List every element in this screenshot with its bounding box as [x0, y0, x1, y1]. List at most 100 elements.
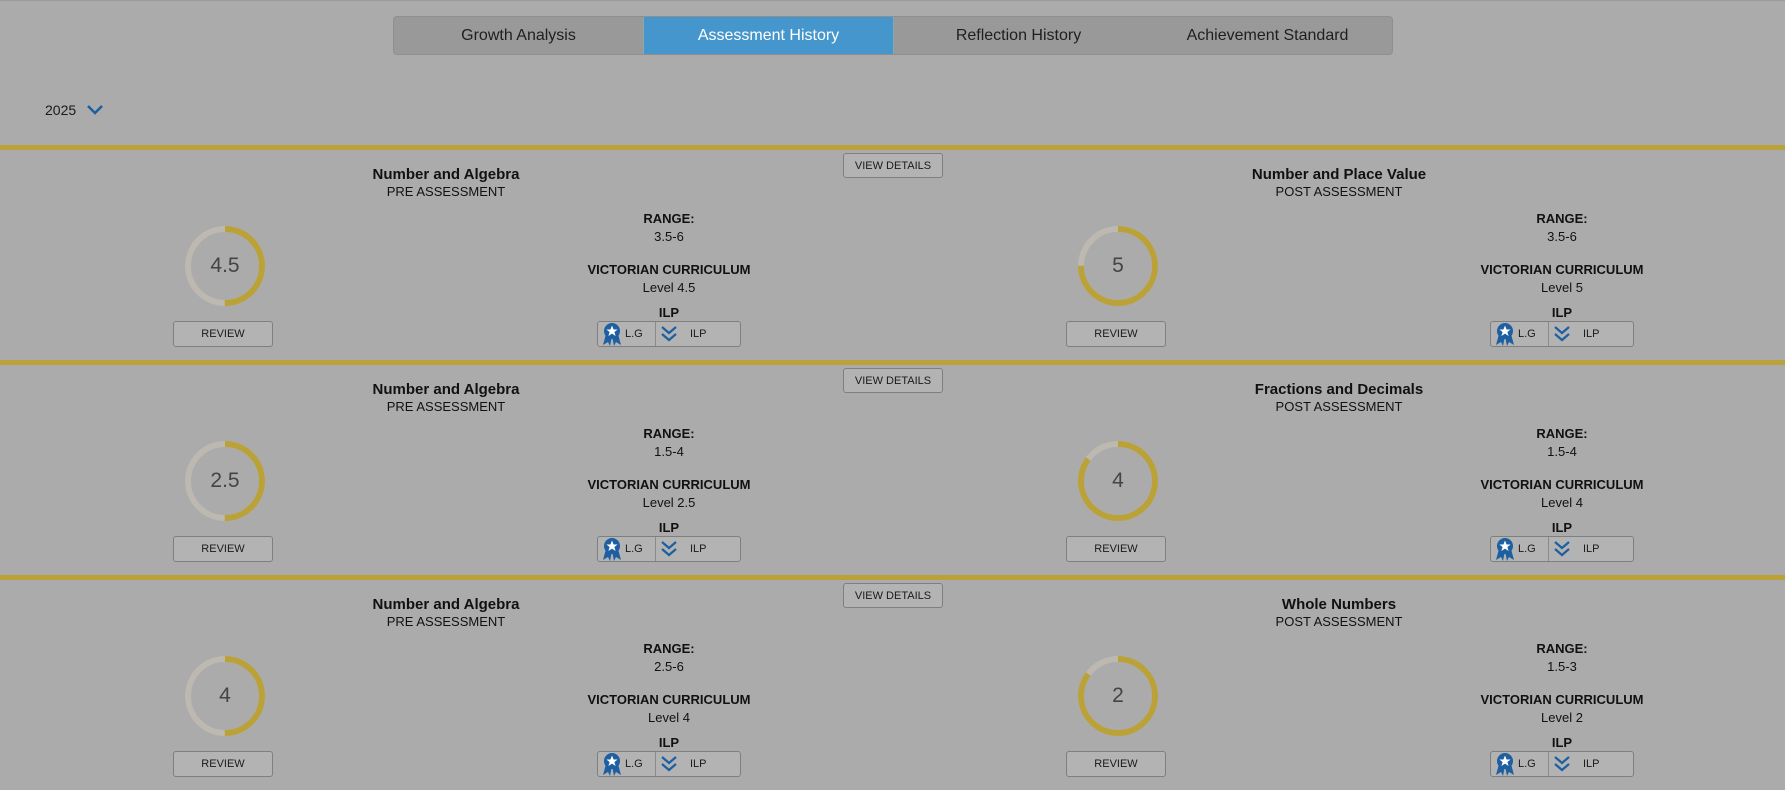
tab-reflection-history[interactable]: Reflection History: [894, 17, 1143, 54]
score-gauge: 4: [1076, 439, 1160, 523]
range-label: RANGE:: [643, 426, 695, 441]
award-ribbon-icon: [1496, 538, 1514, 561]
award-ribbon-icon: [603, 538, 621, 561]
assessment-title: Number and Algebra: [372, 166, 520, 183]
learning-goal-button[interactable]: L.G: [598, 537, 656, 561]
ilp-button[interactable]: ILP: [1549, 752, 1633, 776]
ilp-button[interactable]: ILP: [1549, 322, 1633, 346]
curriculum-label: VICTORIAN CURRICULUM: [587, 477, 751, 492]
ilp-button-label: ILP: [690, 543, 707, 555]
score-value: 5: [1112, 254, 1124, 277]
score-value: 2.5: [210, 469, 240, 492]
range-label: RANGE:: [643, 211, 695, 226]
assessment-row: VIEW DETAILS Number and Algebra PRE ASSE…: [0, 575, 1785, 790]
year-value: 2025: [45, 102, 77, 118]
assessment-title: Number and Algebra: [372, 596, 520, 613]
ilp-button-label: ILP: [1583, 328, 1600, 340]
assessment-title: Whole Numbers: [1281, 596, 1397, 613]
tab-growth-analysis[interactable]: Growth Analysis: [394, 17, 643, 54]
assessment-card: Number and Algebra PRE ASSESSMENT 4 REVI…: [0, 575, 892, 790]
ilp-label: ILP: [1551, 735, 1573, 750]
ilp-button[interactable]: ILP: [1549, 537, 1633, 561]
assessment-row: VIEW DETAILS Number and Algebra PRE ASSE…: [0, 145, 1785, 360]
learning-goal-button[interactable]: L.G: [1491, 537, 1549, 561]
ilp-controls: L.G ILP: [597, 751, 741, 777]
ilp-label: ILP: [658, 735, 680, 750]
ilp-controls: L.G ILP: [1490, 321, 1634, 347]
assessment-card: Number and Algebra PRE ASSESSMENT 2.5 RE…: [0, 360, 892, 575]
tab-bar: Growth Analysis Assessment History Refle…: [393, 16, 1393, 55]
ilp-controls: L.G ILP: [597, 321, 741, 347]
score-gauge: 4: [183, 654, 267, 738]
score-value: 4: [219, 684, 231, 707]
assessment-title: Number and Algebra: [372, 381, 520, 398]
learning-goal-button[interactable]: L.G: [598, 322, 656, 346]
review-button[interactable]: REVIEW: [173, 751, 273, 777]
ilp-button-label: ILP: [690, 758, 707, 770]
range-label: RANGE:: [1536, 211, 1588, 226]
curriculum-label: VICTORIAN CURRICULUM: [1480, 262, 1644, 277]
learning-goal-button[interactable]: L.G: [598, 752, 656, 776]
learning-goal-button[interactable]: L.G: [1491, 752, 1549, 776]
double-chevron-down-icon: [661, 326, 677, 342]
ilp-label: ILP: [1551, 520, 1573, 535]
ilp-button[interactable]: ILP: [656, 752, 740, 776]
assessment-type: POST ASSESSMENT: [1275, 399, 1403, 414]
curriculum-level: Level 4: [1541, 495, 1583, 510]
assessment-card: Number and Algebra PRE ASSESSMENT 4.5 RE…: [0, 145, 892, 360]
lg-label: L.G: [1518, 758, 1536, 770]
range-value: 3.5-6: [1547, 229, 1577, 244]
lg-label: L.G: [625, 543, 643, 555]
range-label: RANGE:: [1536, 641, 1588, 656]
lg-label: L.G: [1518, 328, 1536, 340]
review-button[interactable]: REVIEW: [1066, 751, 1166, 777]
curriculum-label: VICTORIAN CURRICULUM: [1480, 692, 1644, 707]
curriculum-level: Level 4: [648, 710, 690, 725]
lg-label: L.G: [1518, 543, 1536, 555]
curriculum-level: Level 4.5: [642, 280, 696, 295]
assessment-title: Number and Place Value: [1251, 166, 1427, 183]
review-button[interactable]: REVIEW: [173, 536, 273, 562]
ilp-button[interactable]: ILP: [656, 537, 740, 561]
tab-assessment-history[interactable]: Assessment History: [643, 17, 894, 54]
range-value: 1.5-4: [1547, 444, 1577, 459]
review-button[interactable]: REVIEW: [1066, 536, 1166, 562]
curriculum-level: Level 2: [1541, 710, 1583, 725]
assessment-card: Number and Place Value POST ASSESSMENT 5…: [893, 145, 1785, 360]
chevron-down-icon: [87, 105, 104, 115]
ilp-controls: L.G ILP: [597, 536, 741, 562]
award-ribbon-icon: [1496, 753, 1514, 776]
review-button[interactable]: REVIEW: [1066, 321, 1166, 347]
review-button[interactable]: REVIEW: [173, 321, 273, 347]
score-value: 4: [1112, 469, 1124, 492]
score-gauge: 2: [1076, 654, 1160, 738]
double-chevron-down-icon: [1554, 756, 1570, 772]
range-value: 1.5-4: [654, 444, 684, 459]
ilp-button-label: ILP: [1583, 758, 1600, 770]
top-border: [0, 0, 1785, 1]
learning-goal-button[interactable]: L.G: [1491, 322, 1549, 346]
double-chevron-down-icon: [1554, 541, 1570, 557]
ilp-button[interactable]: ILP: [656, 322, 740, 346]
double-chevron-down-icon: [661, 541, 677, 557]
ilp-controls: L.G ILP: [1490, 751, 1634, 777]
curriculum-level: Level 2.5: [642, 495, 696, 510]
tab-achievement-standard[interactable]: Achievement Standard: [1143, 17, 1392, 54]
score-value: 2: [1112, 684, 1124, 707]
assessment-type: PRE ASSESSMENT: [386, 399, 506, 414]
range-value: 1.5-3: [1547, 659, 1577, 674]
assessment-type: POST ASSESSMENT: [1275, 184, 1403, 199]
assessment-row: VIEW DETAILS Number and Algebra PRE ASSE…: [0, 360, 1785, 575]
year-dropdown[interactable]: 2025: [45, 102, 104, 118]
assessment-card: Whole Numbers POST ASSESSMENT 2 REVIEW R…: [893, 575, 1785, 790]
assessment-type: POST ASSESSMENT: [1275, 614, 1403, 629]
ilp-button-label: ILP: [1583, 543, 1600, 555]
ilp-label: ILP: [1551, 305, 1573, 320]
curriculum-label: VICTORIAN CURRICULUM: [587, 262, 751, 277]
lg-label: L.G: [625, 758, 643, 770]
ilp-label: ILP: [658, 520, 680, 535]
curriculum-label: VICTORIAN CURRICULUM: [1480, 477, 1644, 492]
assessment-type: PRE ASSESSMENT: [386, 614, 506, 629]
score-gauge: 4.5: [183, 224, 267, 308]
award-ribbon-icon: [1496, 323, 1514, 346]
